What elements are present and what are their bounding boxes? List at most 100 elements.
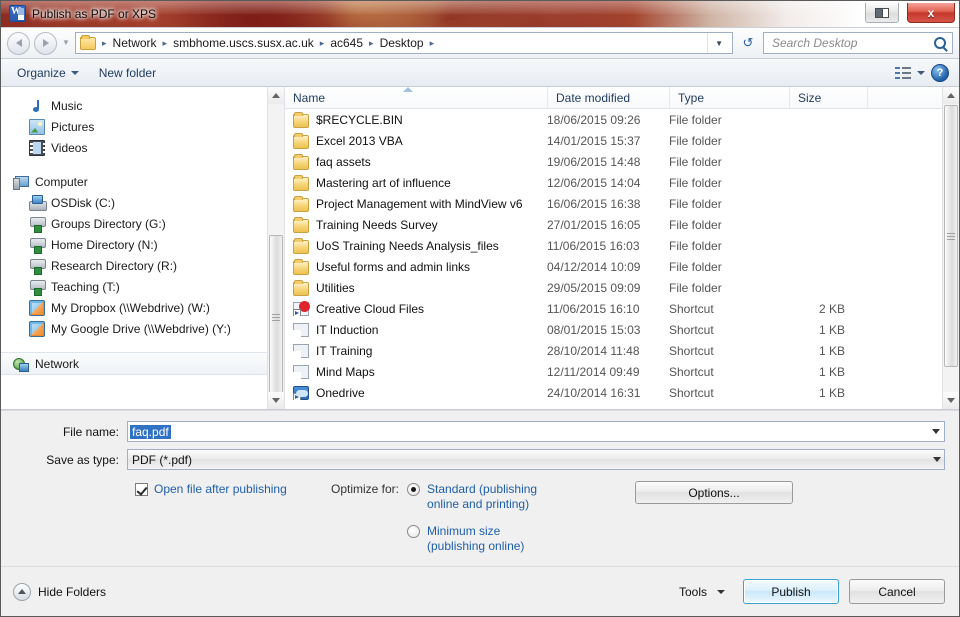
table-row[interactable]: $RECYCLE.BIN 18/06/2015 09:26 File folde…	[285, 109, 959, 130]
history-dropdown-button[interactable]: ▼	[61, 39, 71, 47]
save-as-type-select[interactable]: PDF (*.pdf)	[127, 449, 945, 470]
table-row[interactable]: Utilities 29/05/2015 09:09 File folder	[285, 277, 959, 298]
sidebar-item-label: Research Directory (R:)	[51, 259, 177, 273]
save-form: File name: faq.pdf Save as type: PDF (*.…	[1, 410, 959, 566]
preview-pane-toggle-button[interactable]	[865, 3, 899, 23]
sidebar-item-research-directory[interactable]: Research Directory (R:)	[1, 255, 284, 276]
breadcrumb[interactable]: ▸ Network ▸ smbhome.uscs.susx.ac.uk ▸ ac…	[75, 32, 733, 54]
sidebar-item-osdisk[interactable]: OSDisk (C:)	[1, 192, 284, 213]
sidebar-item-label: Music	[51, 99, 82, 113]
sidebar-item-home-directory[interactable]: Home Directory (N:)	[1, 234, 284, 255]
network-icon	[13, 356, 29, 372]
hide-folders-button[interactable]: Hide Folders	[13, 583, 106, 601]
table-row[interactable]: IT Induction 08/01/2015 15:03 Shortcut 1…	[285, 319, 959, 340]
column-header-type[interactable]: Type	[669, 87, 789, 108]
sidebar-item-network[interactable]: Network	[1, 352, 284, 375]
table-row[interactable]: Excel 2013 VBA 14/01/2015 15:37 File fol…	[285, 130, 959, 151]
scroll-down-icon[interactable]	[943, 392, 959, 409]
sidebar-item-teaching[interactable]: Teaching (T:)	[1, 276, 284, 297]
table-row[interactable]: Onedrive 24/10/2014 16:31 Shortcut 1 KB	[285, 382, 959, 403]
scrollbar-thumb[interactable]	[944, 105, 958, 367]
table-row[interactable]: Creative Cloud Files 11/06/2015 16:10 Sh…	[285, 298, 959, 319]
chevron-down-icon[interactable]	[917, 71, 925, 75]
breadcrumb-item-user[interactable]: ac645	[327, 36, 366, 50]
breadcrumb-dropdown-icon[interactable]: ▼	[707, 33, 730, 53]
file-date-cell: 29/05/2015 09:09	[547, 281, 669, 295]
radio-minimum-line2: (publishing online)	[427, 539, 524, 553]
table-row[interactable]: Training Needs Survey 27/01/2015 16:05 F…	[285, 214, 959, 235]
file-name-label: File name:	[1, 425, 127, 439]
new-folder-button[interactable]: New folder	[89, 62, 166, 84]
footer-actions: Tools Publish Cancel	[671, 579, 945, 604]
search-input[interactable]: Search Desktop	[763, 32, 953, 54]
sidebar-item-pictures[interactable]: Pictures	[1, 116, 284, 137]
radio-standard[interactable]: Standard (publishing online and printing…	[407, 482, 537, 512]
publish-options: Open file after publishing Optimize for:…	[1, 477, 959, 566]
forward-button[interactable]	[34, 32, 57, 55]
sidebar-item-my-google-drive[interactable]: My Google Drive (\\Webdrive) (Y:)	[1, 318, 284, 339]
cancel-button-label: Cancel	[878, 585, 915, 599]
radio-icon[interactable]	[407, 525, 420, 538]
file-type-cell: Shortcut	[669, 302, 789, 316]
folder-icon	[293, 198, 309, 212]
breadcrumb-item-server[interactable]: smbhome.uscs.susx.ac.uk	[170, 36, 317, 50]
file-list-pane: Name Date modified Type Size $RECYCLE.BI…	[285, 87, 959, 409]
table-row[interactable]: Mind Maps 12/11/2014 09:49 Shortcut 1 KB	[285, 361, 959, 382]
column-header-name[interactable]: Name	[285, 87, 547, 108]
file-type-cell: Shortcut	[669, 344, 789, 358]
creative-cloud-shortcut-icon	[293, 302, 309, 316]
chevron-down-icon[interactable]	[932, 429, 940, 434]
organize-button[interactable]: Organize	[7, 62, 89, 84]
file-size-cell: 1 KB	[789, 386, 867, 400]
file-name: faq assets	[316, 155, 371, 169]
folder-icon	[80, 37, 96, 50]
column-header-size[interactable]: Size	[789, 87, 867, 108]
file-date-cell: 16/06/2015 16:38	[547, 197, 669, 211]
column-header-date-modified[interactable]: Date modified	[547, 87, 669, 108]
checkbox-icon[interactable]	[135, 483, 148, 496]
table-row[interactable]: Useful forms and admin links 04/12/2014 …	[285, 256, 959, 277]
table-row[interactable]: UoS Training Needs Analysis_files 11/06/…	[285, 235, 959, 256]
tools-button[interactable]: Tools	[671, 580, 733, 603]
sidebar-item-groups-directory[interactable]: Groups Directory (G:)	[1, 213, 284, 234]
radio-icon[interactable]	[407, 483, 420, 496]
radio-standard-line2: online and printing)	[427, 497, 529, 511]
table-row[interactable]: IT Training 28/10/2014 11:48 Shortcut 1 …	[285, 340, 959, 361]
sidebar-item-my-dropbox[interactable]: My Dropbox (\\Webdrive) (W:)	[1, 297, 284, 318]
chevron-down-icon[interactable]	[933, 457, 941, 462]
open-file-after-publishing-checkbox[interactable]: Open file after publishing	[135, 482, 331, 497]
sidebar-item-computer[interactable]: Computer	[1, 171, 284, 192]
scroll-up-icon[interactable]	[268, 87, 284, 104]
cancel-button[interactable]: Cancel	[849, 579, 945, 604]
table-row[interactable]: Project Management with MindView v6 16/0…	[285, 193, 959, 214]
scrollbar-thumb[interactable]	[269, 235, 283, 400]
back-button[interactable]	[7, 32, 30, 55]
refresh-button[interactable]: ↺	[737, 32, 759, 54]
scroll-down-icon[interactable]	[268, 392, 284, 409]
table-row[interactable]: Mastering art of influence 12/06/2015 14…	[285, 172, 959, 193]
publish-button[interactable]: Publish	[743, 579, 839, 604]
dialog-footer: Hide Folders Tools Publish Cancel	[1, 566, 959, 616]
sidebar-item-music[interactable]: Music	[1, 95, 284, 116]
search-placeholder: Search Desktop	[772, 36, 934, 50]
breadcrumb-item-network[interactable]: Network	[110, 36, 160, 50]
breadcrumb-item-desktop[interactable]: Desktop	[377, 36, 427, 50]
sidebar-item-videos[interactable]: Videos	[1, 137, 284, 158]
folder-icon	[293, 156, 309, 170]
sidebar-item-label: Network	[35, 357, 79, 371]
options-button[interactable]: Options...	[635, 481, 793, 504]
file-name-cell: Mind Maps	[285, 364, 547, 379]
file-date-cell: 14/01/2015 15:37	[547, 134, 669, 148]
table-row[interactable]: faq assets 19/06/2015 14:48 File folder	[285, 151, 959, 172]
view-mode-icon[interactable]	[895, 66, 911, 80]
scroll-up-icon[interactable]	[943, 87, 959, 104]
file-name: IT Induction	[316, 323, 378, 337]
navigation-pane-scrollbar[interactable]	[267, 87, 284, 409]
sidebar-spacer	[1, 158, 284, 171]
close-button[interactable]: x	[907, 3, 955, 23]
file-name: Creative Cloud Files	[316, 302, 424, 316]
help-icon[interactable]: ?	[931, 64, 949, 82]
radio-minimum-size[interactable]: Minimum size (publishing online)	[407, 524, 537, 554]
file-list-scrollbar[interactable]	[942, 87, 959, 409]
file-name-input[interactable]: faq.pdf	[127, 421, 945, 442]
